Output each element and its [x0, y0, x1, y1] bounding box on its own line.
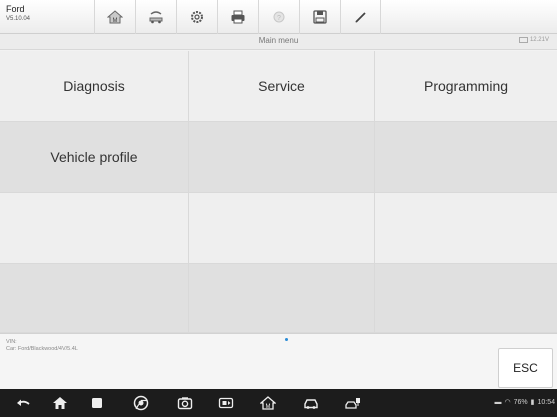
svg-text:M: M — [266, 404, 271, 410]
toolbar-buttons: M ? — [94, 0, 381, 34]
menu-cell-empty — [375, 264, 557, 333]
browser-icon — [133, 395, 149, 411]
car-info: Car: Ford/Blackwood/4V/5.4L — [6, 346, 78, 352]
pen-icon — [354, 12, 366, 23]
settings-icon — [191, 11, 203, 23]
menu-item-programming[interactable]: Programming — [375, 51, 557, 122]
menu-cell-empty — [189, 264, 375, 333]
print-button[interactable] — [217, 0, 258, 34]
help-button[interactable]: ? — [258, 0, 299, 34]
title-bar: Main menu 12.21V — [0, 34, 557, 50]
battery-level: 76% — [513, 398, 528, 406]
car-icon — [304, 399, 318, 409]
menu-item-vehicle-profile[interactable]: Vehicle profile — [0, 122, 189, 193]
svg-text:M: M — [113, 18, 118, 24]
back-icon — [17, 399, 30, 406]
vehicle-info: VIN: Car: Ford/Blackwood/4V/5.4L — [6, 339, 78, 353]
page-title: Main menu — [258, 36, 299, 45]
top-toolbar: Ford V5.10.04 M ? — [0, 0, 557, 34]
help-icon: ? — [273, 11, 285, 23]
menu-cell-empty — [375, 193, 557, 264]
back-button[interactable] — [14, 395, 32, 411]
chrome-button[interactable] — [132, 395, 150, 411]
page-indicator-dot — [285, 338, 288, 341]
home-button[interactable]: M — [94, 0, 135, 34]
menu-cell-empty — [189, 122, 375, 193]
app-version: V5.10.04 — [6, 16, 31, 22]
esc-button[interactable]: ESC — [498, 348, 553, 388]
menu-cell-empty — [0, 264, 189, 333]
notification-icon: ▬ — [494, 398, 502, 406]
settings-button[interactable] — [176, 0, 217, 34]
vehicle-swap-button[interactable] — [135, 0, 176, 34]
battery-icon: ▮ — [530, 399, 535, 406]
home-icon: M — [107, 10, 123, 24]
voltage-value: 12.21V — [529, 37, 549, 43]
main-menu-grid: Diagnosis Service Programming Vehicle pr… — [0, 51, 557, 333]
vci-button[interactable] — [344, 395, 362, 411]
menu-cell-empty — [0, 193, 189, 264]
clock: 10:54 — [537, 398, 555, 406]
voltage-indicator: 12.21V — [518, 37, 549, 43]
svg-text:?: ? — [277, 15, 281, 22]
camera-button[interactable] — [176, 395, 194, 411]
system-nav-bar: M ▬ ◠ 76% ▮ 10:54 — [0, 389, 557, 417]
brand-block: Ford V5.10.04 — [6, 4, 30, 24]
print-icon — [231, 10, 245, 24]
menu-item-service[interactable]: Service — [189, 51, 375, 122]
system-home-button[interactable] — [51, 395, 69, 411]
app-name: Ford — [6, 4, 25, 14]
screen-record-button[interactable] — [217, 395, 235, 411]
home-icon — [53, 397, 67, 409]
vehicle-connection-icon — [345, 398, 360, 409]
maxisys-home-icon: M — [260, 396, 276, 410]
menu-cell-empty — [375, 122, 557, 193]
system-status: ▬ ◠ 76% ▮ 10:54 — [494, 398, 555, 407]
pen-button[interactable] — [340, 0, 381, 34]
save-icon — [313, 10, 327, 24]
menu-item-diagnosis[interactable]: Diagnosis — [0, 51, 189, 122]
vin-label: VIN: — [6, 339, 17, 345]
camera-icon — [177, 397, 193, 410]
menu-cell-empty — [189, 193, 375, 264]
recent-apps-button[interactable] — [88, 395, 106, 411]
vehicle-swap-icon — [149, 11, 163, 24]
maxisys-home-button[interactable]: M — [259, 395, 277, 411]
battery-icon — [518, 37, 528, 43]
wifi-icon: ◠ — [504, 399, 511, 406]
vehicle-info-bar: VIN: Car: Ford/Blackwood/4V/5.4L ESC — [0, 333, 557, 389]
recent-apps-icon — [92, 398, 102, 408]
save-button[interactable] — [299, 0, 340, 34]
vehicle-button[interactable] — [302, 395, 320, 411]
screen-record-icon — [218, 397, 234, 409]
